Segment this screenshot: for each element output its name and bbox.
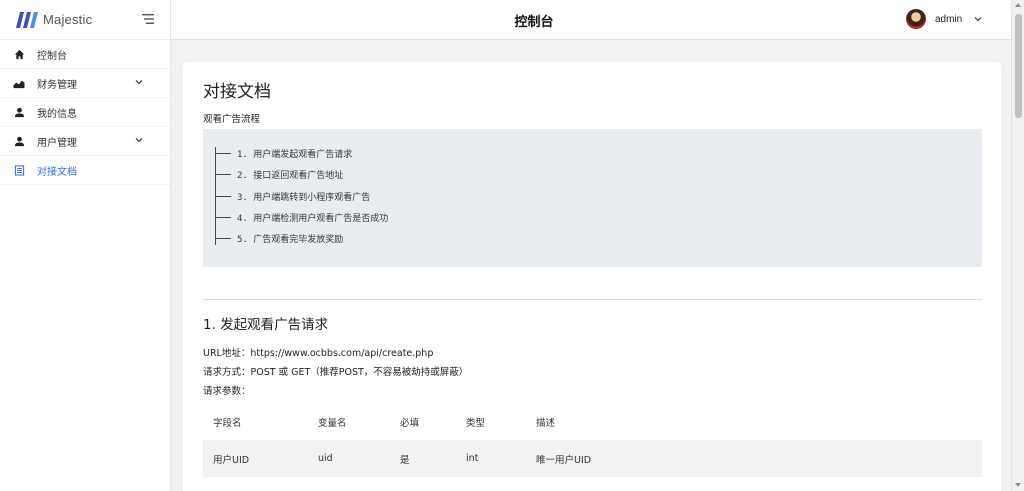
chart-area-icon <box>13 77 25 89</box>
scrollbar-thumb[interactable] <box>1015 14 1022 118</box>
sidebar-nav: 控制台 财务管理 我的信息 用户管理 对接文档 <box>0 40 170 185</box>
document-icon <box>13 164 25 176</box>
params-label: 请求参数： <box>203 386 251 397</box>
param-table: 字段名 变量名 必填 类型 描述 用户UID uid 是 int 唯一用户UID <box>203 403 982 477</box>
scroll-up-icon[interactable] <box>1015 3 1021 7</box>
vertical-scrollbar[interactable] <box>1011 0 1024 491</box>
sidebar-item-finance[interactable]: 财务管理 <box>0 69 170 98</box>
brand-bar: Majestic <box>0 0 170 40</box>
user-icon <box>13 106 25 118</box>
column-header: 描述 <box>536 417 556 429</box>
page-title: 对接文档 <box>203 82 271 102</box>
brand-name: Majestic <box>43 12 93 27</box>
sidebar-item-label: 财务管理 <box>37 79 77 91</box>
section-divider <box>203 299 982 300</box>
page-header-title: 控制台 <box>514 15 554 30</box>
chevron-down-icon <box>135 138 143 143</box>
column-header: 类型 <box>466 417 486 429</box>
flow-label: 观看广告流程 <box>203 114 261 125</box>
majestic-logo-icon <box>16 11 38 28</box>
sidebar-item-dashboard[interactable]: 控制台 <box>0 40 170 69</box>
sidebar: Majestic 控制台 财务管理 我的信息 用户管理 对接文档 <box>0 0 171 491</box>
brand-logo[interactable]: Majestic <box>15 11 92 29</box>
user-icon <box>13 135 25 147</box>
table-cell: int <box>466 440 536 477</box>
column-header: 变量名 <box>318 417 347 429</box>
table-row: 用户UID uid 是 int 唯一用户UID <box>203 440 982 477</box>
flow-tree: 1. 用户端发起观看广告请求 2. 接口返回观看广告地址 3. 用户端跳转到小程… <box>203 129 982 267</box>
sidebar-item-label: 我的信息 <box>37 108 77 120</box>
table-header-row: 字段名 变量名 必填 类型 描述 <box>203 403 982 440</box>
method-line: 请求方式：POST 或 GET（推荐POST，不容易被劫持或屏蔽） <box>203 367 469 378</box>
user-menu[interactable]: admin <box>906 9 982 29</box>
flow-step: 2. 接口返回观看广告地址 <box>213 164 982 185</box>
avatar <box>906 9 926 29</box>
sidebar-item-user-management[interactable]: 用户管理 <box>0 127 170 156</box>
table-cell: 是 <box>400 440 466 477</box>
user-name: admin <box>935 13 963 25</box>
sidebar-item-label: 控制台 <box>37 50 67 62</box>
sidebar-item-api-docs[interactable]: 对接文档 <box>0 156 170 185</box>
flow-step: 1. 用户端发起观看广告请求 <box>213 143 982 164</box>
table-cell: 唯一用户UID <box>536 440 982 477</box>
url-line: URL地址：https://www.ocbbs.com/api/create.p… <box>203 348 434 359</box>
flow-step: 5. 广告观看完毕发放奖励 <box>213 228 982 249</box>
column-header: 字段名 <box>213 417 242 429</box>
chevron-down-icon <box>974 17 982 22</box>
scroll-down-icon[interactable] <box>1015 483 1021 487</box>
sidebar-item-my-info[interactable]: 我的信息 <box>0 98 170 127</box>
sidebar-item-label: 用户管理 <box>37 137 77 149</box>
sidebar-item-label: 对接文档 <box>37 166 77 178</box>
flow-step: 3. 用户端跳转到小程序观看广告 <box>213 186 982 207</box>
section-title: 1. 发起观看广告请求 <box>203 317 329 333</box>
column-header: 必填 <box>400 417 420 429</box>
flow-step: 4. 用户端检测用户观看广告是否成功 <box>213 207 982 228</box>
chevron-down-icon <box>135 80 143 85</box>
table-cell: 用户UID <box>203 440 318 477</box>
home-icon <box>13 48 25 60</box>
menu-toggle-icon[interactable] <box>141 12 155 26</box>
top-header: 控制台 admin <box>171 0 1011 40</box>
doc-card: 对接文档 观看广告流程 1. 用户端发起观看广告请求 2. 接口返回观看广告地址… <box>183 62 1001 491</box>
table-cell: uid <box>318 440 400 477</box>
